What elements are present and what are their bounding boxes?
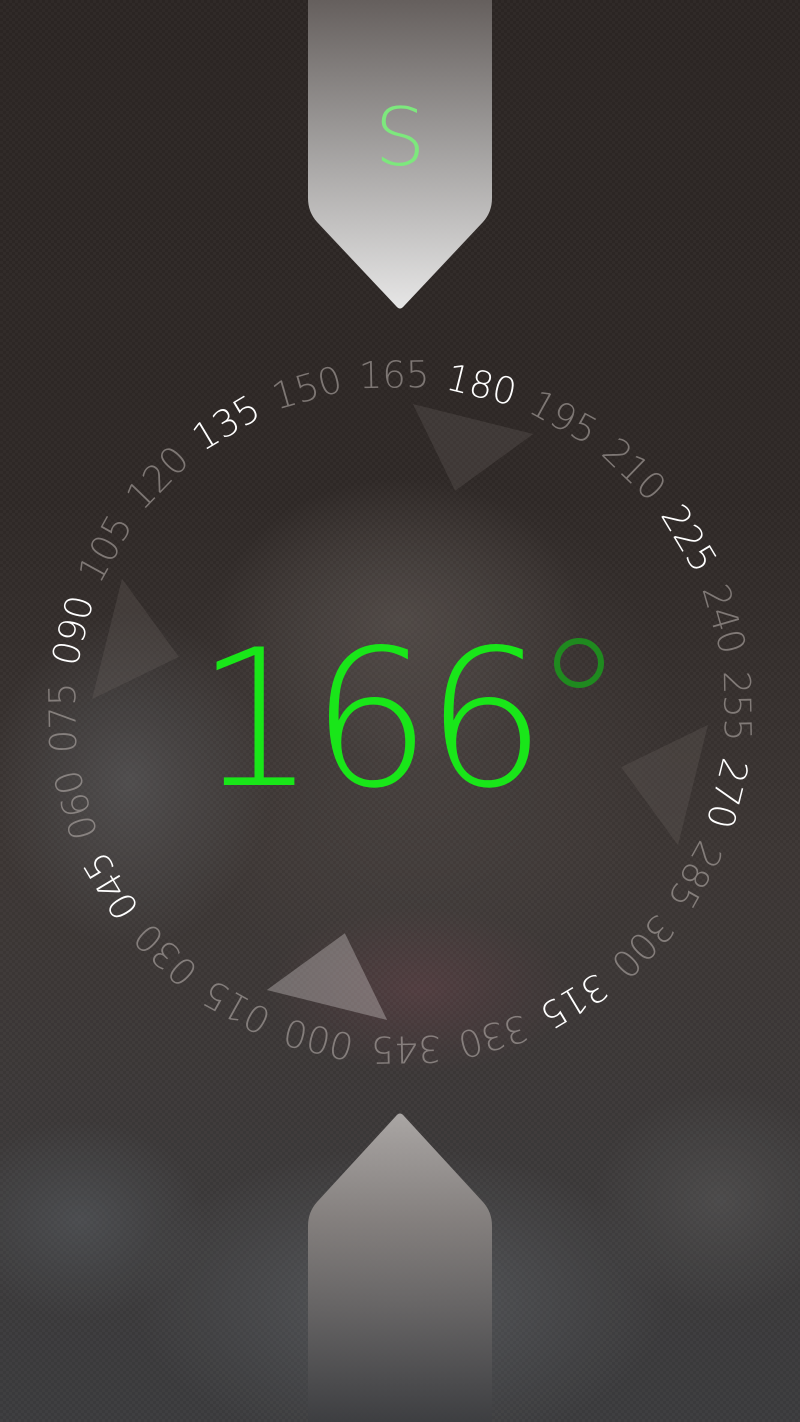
dial-label-330: 330	[453, 1005, 533, 1066]
dial-label-240: 240	[693, 579, 754, 659]
dial-label-150: 150	[267, 358, 347, 419]
dial-label-300: 300	[602, 906, 682, 987]
dial-label-255: 255	[715, 670, 759, 741]
dial-label-105: 105	[69, 507, 141, 590]
dial-label-165: 165	[358, 353, 429, 397]
dial-label-060: 060	[46, 765, 107, 845]
dial-label-195: 195	[522, 381, 605, 453]
dial-label-210: 210	[594, 430, 675, 510]
dial-label-285: 285	[659, 834, 731, 917]
dial-label-000: 000	[279, 1010, 358, 1069]
dial-label-090: 090	[44, 591, 103, 670]
dial-label-045: 045	[74, 844, 147, 927]
dial-label-225: 225	[652, 497, 725, 580]
dial-marker-0	[266, 933, 388, 1020]
dial-label-315: 315	[532, 964, 615, 1037]
dial-label-180: 180	[442, 356, 521, 415]
dial-label-015: 015	[195, 971, 278, 1043]
dial-label-270: 270	[698, 754, 757, 833]
dial-label-120: 120	[118, 438, 198, 519]
degree-symbol	[554, 638, 605, 688]
dial-marker-180	[412, 404, 534, 491]
dial-label-345: 345	[370, 1027, 441, 1071]
heading-degrees: 166	[195, 609, 547, 830]
dial-label-030: 030	[126, 914, 207, 994]
dial-label-135: 135	[185, 386, 268, 459]
dial-label-075: 075	[41, 682, 85, 753]
heading-readout: 166	[150, 620, 650, 820]
